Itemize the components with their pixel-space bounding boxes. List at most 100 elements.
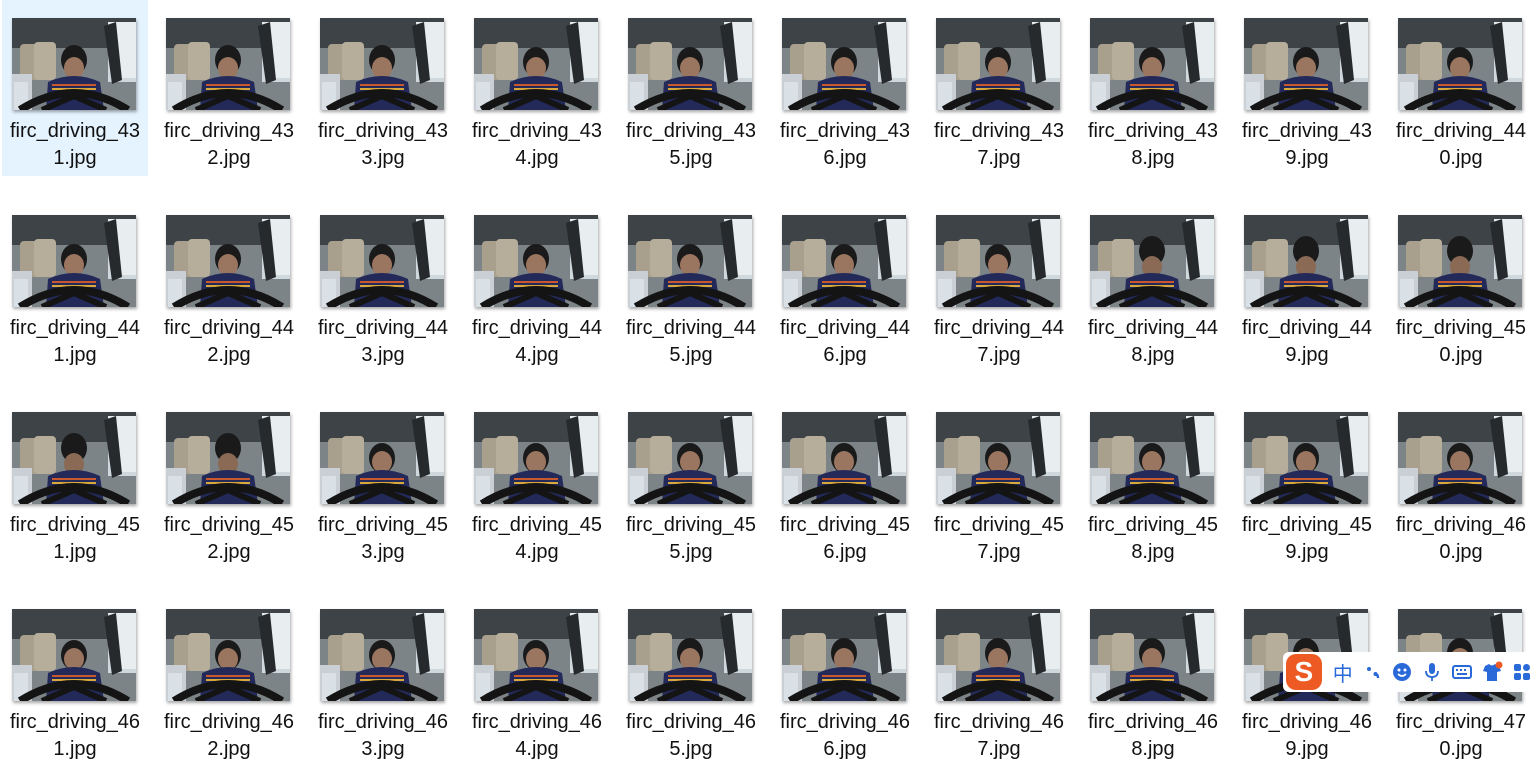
file-thumbnail[interactable] (936, 412, 1060, 504)
sogou-logo-icon[interactable]: S (1286, 654, 1322, 690)
file-name-label: firc_driving_449.jpg (1241, 317, 1373, 366)
file-thumbnail[interactable] (628, 215, 752, 307)
file-name-label: firc_driving_468.jpg (1087, 711, 1219, 760)
file-grid: firc_driving_431.jpg firc_driving_432.jp… (0, 0, 1533, 760)
file-item[interactable]: firc_driving_460.jpg (1388, 394, 1533, 570)
file-thumbnail[interactable] (474, 609, 598, 701)
file-item[interactable]: firc_driving_435.jpg (618, 0, 764, 176)
file-item[interactable]: firc_driving_454.jpg (464, 394, 610, 570)
file-name-label: firc_driving_457.jpg (933, 514, 1065, 563)
file-item[interactable]: firc_driving_445.jpg (618, 197, 764, 373)
file-item[interactable]: firc_driving_451.jpg (2, 394, 148, 570)
file-thumbnail[interactable] (1090, 609, 1214, 701)
file-thumbnail[interactable] (1090, 215, 1214, 307)
file-item[interactable]: firc_driving_448.jpg (1080, 197, 1226, 373)
file-item[interactable]: firc_driving_459.jpg (1234, 394, 1380, 570)
file-item[interactable]: firc_driving_449.jpg (1234, 197, 1380, 373)
file-thumbnail[interactable] (474, 18, 598, 110)
file-thumbnail[interactable] (1090, 412, 1214, 504)
file-item[interactable]: firc_driving_431.jpg (2, 0, 148, 176)
file-name-label: firc_driving_443.jpg (317, 317, 449, 366)
file-thumbnail[interactable] (782, 18, 906, 110)
file-thumbnail[interactable] (1244, 215, 1368, 307)
file-item[interactable]: firc_driving_462.jpg (156, 591, 302, 767)
file-name-label: firc_driving_455.jpg (625, 514, 757, 563)
file-item[interactable]: firc_driving_456.jpg (772, 394, 918, 570)
file-thumbnail[interactable] (474, 215, 598, 307)
file-item[interactable]: firc_driving_433.jpg (310, 0, 456, 176)
file-thumbnail[interactable] (936, 18, 1060, 110)
file-item[interactable]: firc_driving_437.jpg (926, 0, 1072, 176)
file-thumbnail[interactable] (12, 412, 136, 504)
file-item[interactable]: firc_driving_444.jpg (464, 197, 610, 373)
file-thumbnail[interactable] (628, 412, 752, 504)
file-thumbnail[interactable] (628, 18, 752, 110)
file-item[interactable]: firc_driving_432.jpg (156, 0, 302, 176)
file-item[interactable]: firc_driving_467.jpg (926, 591, 1072, 767)
file-item[interactable]: firc_driving_464.jpg (464, 591, 610, 767)
emoji-icon[interactable] (1392, 661, 1414, 683)
file-name-label: firc_driving_431.jpg (9, 120, 141, 169)
file-item[interactable]: firc_driving_447.jpg (926, 197, 1072, 373)
file-item[interactable]: firc_driving_455.jpg (618, 394, 764, 570)
file-item[interactable]: firc_driving_465.jpg (618, 591, 764, 767)
file-item[interactable]: firc_driving_466.jpg (772, 591, 918, 767)
file-thumbnail[interactable] (166, 18, 290, 110)
file-item[interactable]: firc_driving_457.jpg (926, 394, 1072, 570)
file-item[interactable]: firc_driving_438.jpg (1080, 0, 1226, 176)
file-name-label: firc_driving_435.jpg (625, 120, 757, 169)
keyboard-icon[interactable] (1451, 661, 1473, 683)
toolbox-icon[interactable] (1511, 661, 1533, 683)
file-thumbnail[interactable] (1244, 412, 1368, 504)
file-thumbnail[interactable] (782, 412, 906, 504)
file-thumbnail[interactable] (166, 609, 290, 701)
file-thumbnail[interactable] (1398, 18, 1522, 110)
file-thumbnail[interactable] (320, 215, 444, 307)
file-item[interactable]: firc_driving_468.jpg (1080, 591, 1226, 767)
file-thumbnail[interactable] (1244, 18, 1368, 110)
file-thumbnail[interactable] (782, 215, 906, 307)
file-item[interactable]: firc_driving_440.jpg (1388, 0, 1533, 176)
file-item[interactable]: firc_driving_443.jpg (310, 197, 456, 373)
file-name-label: firc_driving_461.jpg (9, 711, 141, 760)
file-thumbnail[interactable] (936, 609, 1060, 701)
file-name-label: firc_driving_463.jpg (317, 711, 449, 760)
file-thumbnail[interactable] (474, 412, 598, 504)
file-item[interactable]: firc_driving_453.jpg (310, 394, 456, 570)
file-thumbnail[interactable] (320, 609, 444, 701)
file-name-label: firc_driving_434.jpg (471, 120, 603, 169)
file-item[interactable]: firc_driving_441.jpg (2, 197, 148, 373)
file-thumbnail[interactable] (1398, 215, 1522, 307)
file-item[interactable]: firc_driving_458.jpg (1080, 394, 1226, 570)
file-item[interactable]: firc_driving_461.jpg (2, 591, 148, 767)
file-thumbnail[interactable] (936, 215, 1060, 307)
file-thumbnail[interactable] (166, 412, 290, 504)
file-thumbnail[interactable] (782, 609, 906, 701)
file-item[interactable]: firc_driving_446.jpg (772, 197, 918, 373)
file-thumbnail[interactable] (166, 215, 290, 307)
file-thumbnail[interactable] (320, 18, 444, 110)
ime-language-toggle[interactable]: 中 (1332, 658, 1354, 687)
file-thumbnail[interactable] (12, 215, 136, 307)
file-name-label: firc_driving_448.jpg (1087, 317, 1219, 366)
ime-toolbar: S 中 (1283, 652, 1533, 692)
file-thumbnail[interactable] (628, 609, 752, 701)
file-thumbnail[interactable] (12, 18, 136, 110)
punctuation-icon[interactable] (1362, 661, 1384, 683)
file-name-label: firc_driving_454.jpg (471, 514, 603, 563)
file-name-label: firc_driving_451.jpg (9, 514, 141, 563)
file-thumbnail[interactable] (12, 609, 136, 701)
file-item[interactable]: firc_driving_450.jpg (1388, 197, 1533, 373)
file-item[interactable]: firc_driving_442.jpg (156, 197, 302, 373)
file-thumbnail[interactable] (1090, 18, 1214, 110)
file-thumbnail[interactable] (1398, 412, 1522, 504)
file-name-label: firc_driving_450.jpg (1395, 317, 1527, 366)
file-item[interactable]: firc_driving_434.jpg (464, 0, 610, 176)
skin-icon[interactable] (1481, 661, 1503, 683)
file-item[interactable]: firc_driving_463.jpg (310, 591, 456, 767)
file-thumbnail[interactable] (320, 412, 444, 504)
file-item[interactable]: firc_driving_452.jpg (156, 394, 302, 570)
file-item[interactable]: firc_driving_436.jpg (772, 0, 918, 176)
file-item[interactable]: firc_driving_439.jpg (1234, 0, 1380, 176)
microphone-icon[interactable] (1421, 661, 1443, 683)
